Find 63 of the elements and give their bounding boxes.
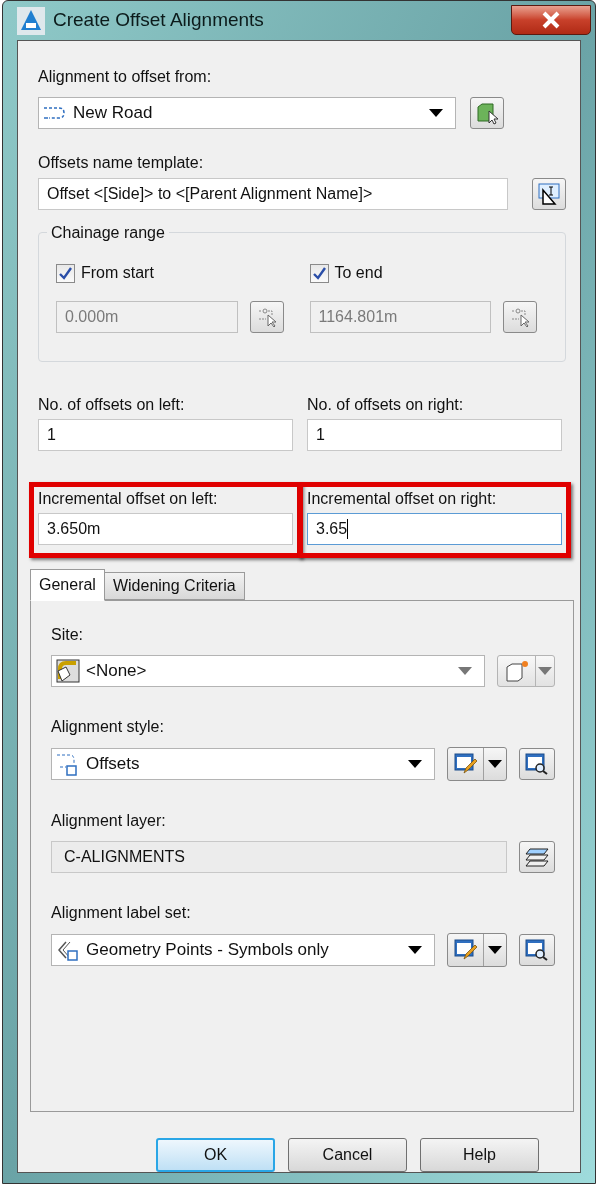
text-cursor — [347, 519, 349, 539]
pick-chainage-button[interactable] — [249, 301, 284, 333]
field-label: Alignment style: — [51, 717, 165, 737]
dropdown-arrow-icon — [429, 109, 443, 117]
dropdown-arrow-icon — [488, 760, 502, 768]
dropdown-arrow-icon — [488, 946, 502, 954]
select-alignment-button[interactable] — [470, 97, 504, 129]
site-dropdown[interactable]: <None> — [51, 655, 485, 687]
offset-alignment-icon — [56, 752, 80, 776]
dropdown-arrow-icon — [408, 760, 422, 768]
dialog-button[interactable]: OK — [156, 1138, 275, 1172]
style-dropdown[interactable]: Offsets — [51, 748, 435, 780]
field-label: No. of offsets on right: — [307, 395, 465, 415]
checkbox-label: From start — [81, 263, 154, 283]
style-dropdown[interactable]: Geometry Points - Symbols only — [51, 934, 435, 966]
edit-style-icon — [453, 939, 478, 961]
preview-button[interactable] — [519, 934, 555, 966]
alignment-icon — [43, 105, 67, 121]
layers-icon — [524, 846, 550, 868]
dialog-button[interactable]: Help — [420, 1138, 539, 1172]
edit-style-icon — [453, 753, 478, 775]
dropdown-arrow-icon — [458, 667, 472, 675]
field-label: Alignment layer: — [51, 811, 167, 831]
field-label: Offsets name template: — [38, 153, 205, 173]
field-label: Incremental offset on right: — [307, 489, 498, 509]
window-title: Create Offset Alignments — [53, 8, 264, 33]
field-label: Site: — [51, 625, 84, 645]
layer-field: C-ALIGNMENTS — [51, 841, 507, 873]
field-label: No. of offsets on left: — [38, 395, 186, 415]
preview-icon — [525, 753, 549, 775]
name-template-field[interactable]: Offset <[Side]> to <[Parent Alignment Name]> — [38, 178, 508, 210]
edit-style-button[interactable] — [447, 933, 507, 967]
pick-from-drawing-icon — [509, 307, 531, 327]
tab[interactable]: General — [30, 569, 105, 601]
select-object-icon — [475, 101, 499, 125]
field-label: Alignment to offset from: — [38, 67, 213, 87]
new-site-icon — [503, 659, 530, 683]
tab[interactable]: Widening Criteria — [103, 572, 245, 600]
field-label: Incremental offset on left: — [38, 489, 219, 509]
create-site-button[interactable] — [497, 655, 555, 687]
dropdown-arrow-icon — [538, 667, 552, 675]
field-label: Alignment label set: — [51, 903, 192, 923]
number-field[interactable]: 1 — [38, 419, 293, 451]
text-cursor-icon — [537, 182, 561, 206]
edit-style-button[interactable] — [447, 747, 507, 781]
alignment-dropdown[interactable]: New Road — [38, 97, 456, 129]
preview-icon — [525, 939, 549, 961]
site-icon — [56, 659, 80, 683]
layers-button[interactable] — [519, 841, 555, 873]
close-button[interactable] — [511, 5, 591, 35]
edit-template-button[interactable] — [532, 178, 566, 210]
app-logo-icon — [17, 6, 45, 35]
dialog-button[interactable]: Cancel — [288, 1138, 407, 1172]
checkbox-label: To end — [334, 263, 383, 283]
preview-button[interactable] — [519, 748, 555, 780]
number-field[interactable]: 3.65 — [307, 513, 562, 545]
close-icon — [541, 11, 561, 29]
check-icon — [312, 266, 326, 280]
number-field[interactable]: 3.650m — [38, 513, 293, 545]
check-icon — [59, 266, 72, 280]
dropdown-arrow-icon — [408, 946, 422, 954]
pick-chainage-button[interactable] — [503, 301, 537, 333]
number-field[interactable]: 1 — [307, 419, 562, 451]
